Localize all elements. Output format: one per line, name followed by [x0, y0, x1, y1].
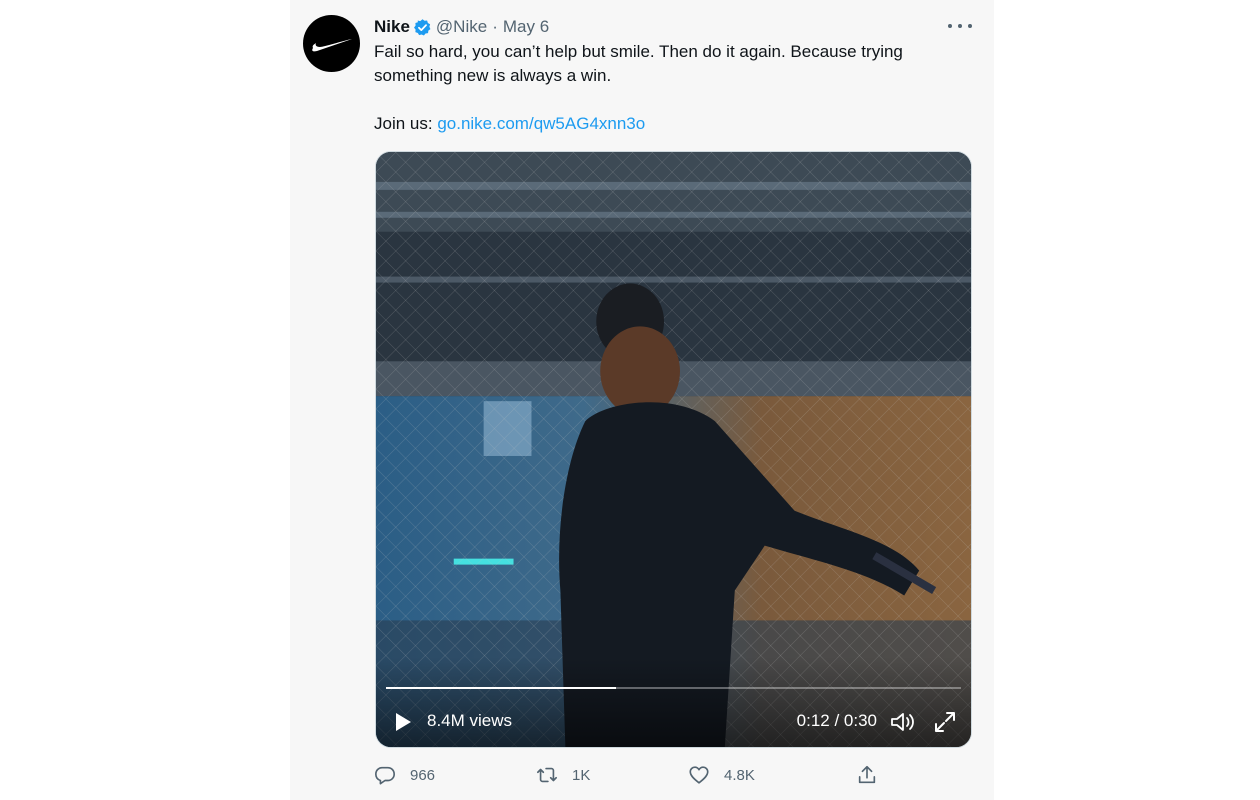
- more-dot: [948, 24, 952, 28]
- reply-button[interactable]: 966: [374, 764, 435, 786]
- tweet-actions: 966 1K 4.8K: [374, 764, 974, 788]
- header-separator: ·: [492, 17, 498, 36]
- video-controls: 8.4M views 0:12 / 0:30: [376, 707, 971, 737]
- video-player[interactable]: 8.4M views 0:12 / 0:30: [375, 151, 972, 748]
- heart-icon: [689, 766, 709, 784]
- tweet-date[interactable]: May 6: [503, 17, 549, 37]
- author-name[interactable]: Nike: [374, 17, 410, 37]
- retweet-count: 1K: [572, 766, 591, 784]
- share-button[interactable]: [856, 764, 878, 786]
- play-icon[interactable]: [392, 711, 414, 733]
- video-time: 0:12 / 0:30: [796, 711, 877, 730]
- retweet-icon: [537, 767, 557, 783]
- tweet-body: Fail so hard, you can’t help but smile. …: [374, 42, 903, 85]
- video-progress-fill: [386, 687, 616, 689]
- tweet-card: Nike @Nike · May 6 Fail so hard, you can…: [290, 0, 994, 800]
- like-count: 4.8K: [724, 766, 755, 784]
- share-icon: [858, 765, 876, 784]
- tweet-link[interactable]: go.nike.com/qw5AG4xnn3o: [437, 114, 645, 133]
- fullscreen-icon[interactable]: [933, 710, 957, 734]
- more-options-button[interactable]: [948, 16, 972, 36]
- author-handle[interactable]: @Nike: [436, 17, 487, 37]
- avatar[interactable]: [303, 15, 360, 72]
- video-views: 8.4M views: [427, 711, 513, 730]
- retweet-button[interactable]: 1K: [536, 764, 590, 786]
- tweet-text: Fail so hard, you can’t help but smile. …: [374, 40, 954, 136]
- reply-icon: [375, 766, 395, 785]
- verified-badge-icon: [413, 18, 431, 35]
- like-button[interactable]: 4.8K: [688, 764, 755, 786]
- nike-swoosh-icon: [311, 38, 352, 51]
- tweet-header: Nike @Nike · May 6: [374, 16, 549, 38]
- volume-icon[interactable]: [890, 710, 916, 734]
- more-dot: [958, 24, 962, 28]
- more-dot: [968, 24, 972, 28]
- video-progress-bar[interactable]: [386, 687, 961, 689]
- join-prefix: Join us:: [374, 114, 438, 133]
- reply-count: 966: [410, 766, 436, 784]
- tweet-join-line: Join us: go.nike.com/qw5AG4xnn3o: [374, 112, 954, 136]
